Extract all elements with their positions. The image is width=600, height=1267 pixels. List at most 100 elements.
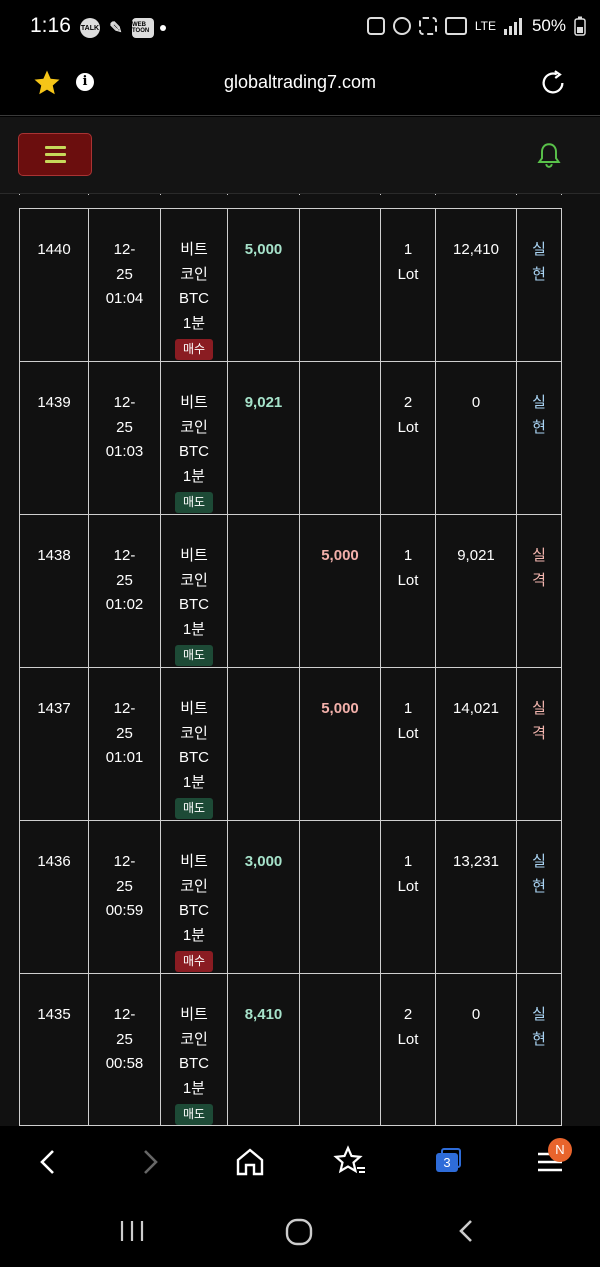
url-text[interactable]: globaltrading7.com [0, 72, 600, 93]
status-right-icons: LTE 50% [366, 16, 586, 36]
table-cell: 실현 [516, 821, 562, 974]
pen-icon: ✎ [106, 18, 126, 38]
more-notifications-dot [160, 25, 166, 31]
trade-result: 현 [532, 1030, 546, 1048]
table-cell [516, 194, 562, 195]
trade-item-interval: 1분 [182, 620, 206, 638]
trade-item-line: 코인 [180, 571, 208, 589]
table-cell: 12,410 [435, 209, 516, 362]
table-cell: 실현 [516, 209, 562, 362]
trade-lot-count: 1 [403, 853, 413, 870]
trade-item-symbol: BTC [179, 902, 209, 919]
trade-item-symbol: BTC [179, 1055, 209, 1072]
site-header [0, 117, 600, 194]
bookmarks-icon[interactable] [330, 1142, 370, 1182]
trade-item-line: 비트 [180, 241, 208, 258]
trade-result: 실 [532, 853, 546, 870]
home-icon[interactable] [230, 1142, 270, 1182]
trade-lot-count: 1 [403, 547, 413, 564]
trade-lot-unit: Lot [397, 1030, 419, 1048]
table-cell: 실격 [516, 515, 562, 668]
table-cell: 1440 [19, 209, 88, 362]
table-cell: 1439 [19, 362, 88, 515]
trade-time: 01:03 [105, 443, 144, 460]
trade-item-line: 코인 [180, 1030, 208, 1048]
trade-item-symbol: BTC [179, 596, 209, 613]
table-cell: 1 Lot [380, 668, 435, 821]
table-cell: 0 [435, 362, 516, 515]
back-nav-icon[interactable] [452, 1215, 482, 1249]
trade-time: 00:58 [105, 1055, 144, 1072]
trade-id: 1438 [37, 547, 71, 564]
sell-badge: 매도 [175, 798, 213, 819]
table-row: 1436 12- 25 00:59 비트 코인 BTC 1분 매수 3,000 1 Lot 13,231… [19, 820, 562, 974]
trade-item-interval: 1분 [182, 926, 206, 944]
trade-result: 실 [532, 394, 546, 411]
table-cell: 1 Lot [380, 515, 435, 668]
mute-icon [418, 17, 437, 35]
table-cell: 1437 [19, 668, 88, 821]
table-cell: 13,231 [435, 821, 516, 974]
trade-result: 실 [532, 700, 546, 717]
trade-id: 1439 [37, 394, 71, 411]
forward-icon[interactable] [130, 1142, 170, 1182]
trade-lot-unit: Lot [397, 571, 419, 589]
table-cell: 1436 [19, 821, 88, 974]
table-cell [299, 821, 380, 974]
status-time: 1:16 [30, 14, 71, 37]
trade-item-line: 비트 [180, 1006, 208, 1023]
sell-badge: 매도 [175, 1104, 213, 1125]
recent-apps-icon[interactable] [114, 1215, 150, 1247]
trade-result: 실 [532, 1006, 546, 1023]
table-cell [299, 362, 380, 515]
trade-item-interval: 1분 [182, 1079, 206, 1097]
reload-icon[interactable] [538, 68, 568, 98]
table-row: 1439 12- 25 01:03 비트 코인 BTC 1분 매도 9,021 2 Lot 0 실 현 [19, 361, 562, 515]
table-cell: 2 Lot [380, 974, 435, 1126]
trade-date: 12- [113, 1006, 136, 1023]
trade-lot-unit: Lot [397, 877, 419, 895]
table-cell [299, 209, 380, 362]
table-row: 1435 12- 25 00:58 비트 코인 BTC 1분 매도 8,410 2 Lot 0 실 현 [19, 973, 562, 1126]
trade-item-line: 코인 [180, 265, 208, 283]
table-cell: 1 Lot [380, 821, 435, 974]
home-nav-icon[interactable] [282, 1215, 316, 1249]
table-cell: 12- 25 01:02 [88, 515, 160, 668]
trade-lot-count: 2 [403, 1006, 413, 1023]
table-cell: 3,000 [227, 821, 299, 974]
trade-date-day: 25 [116, 724, 133, 742]
trade-item-symbol: BTC [179, 443, 209, 460]
trade-balance: 12,410 [453, 241, 499, 258]
table-cell: 비트 코인 BTC 1분 매도 [160, 362, 227, 515]
trade-time: 00:59 [105, 902, 144, 919]
trade-item-line: 코인 [180, 877, 208, 895]
trade-id: 1435 [37, 1006, 71, 1023]
menu-line [44, 153, 66, 156]
trade-time: 01:02 [105, 596, 144, 613]
tab-count-badge[interactable]: 3 [436, 1153, 458, 1172]
trade-result: 현 [532, 877, 546, 895]
trade-balance: 9,021 [457, 547, 495, 564]
trade-result: 현 [532, 265, 546, 283]
signal-icon [503, 18, 522, 35]
table-cell: 2 Lot [380, 362, 435, 515]
trade-profit: 3,000 [244, 853, 283, 870]
trade-lot-unit: Lot [397, 418, 419, 436]
battery-icon [574, 16, 586, 36]
hamburger-menu-button[interactable] [18, 133, 92, 176]
notification-bell-icon[interactable] [536, 141, 562, 169]
table-cell: 0 [435, 974, 516, 1126]
trade-profit: 8,410 [244, 1006, 283, 1023]
trade-date: 12- [113, 547, 136, 564]
trade-item-interval: 1분 [182, 314, 206, 332]
trade-profit: 5,000 [244, 241, 283, 258]
trade-item-interval: 1분 [182, 773, 206, 791]
trade-date-day: 25 [116, 265, 133, 283]
table-row: 1437 12- 25 01:01 비트 코인 BTC 1분 매도 5,000 1 Lot 14,021… [19, 667, 562, 821]
trade-item-line: 비트 [180, 394, 208, 411]
table-cell: 실격 [516, 668, 562, 821]
trade-result: 실 [532, 241, 546, 258]
back-icon[interactable] [28, 1142, 68, 1182]
table-cell [299, 974, 380, 1126]
system-navigation-bar [0, 1199, 600, 1267]
